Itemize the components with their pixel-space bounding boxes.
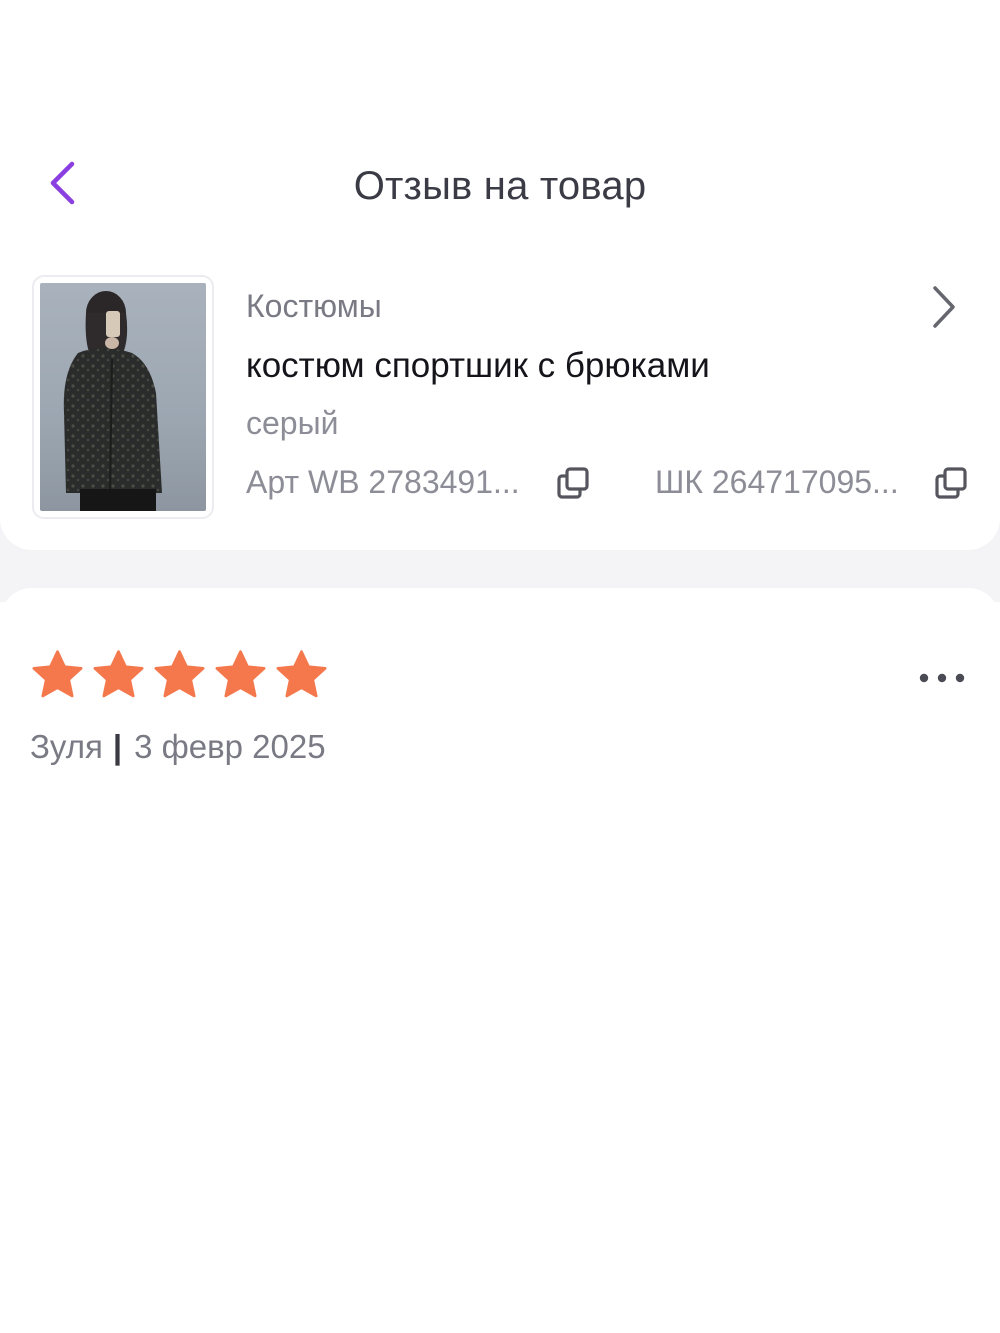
product-name[interactable]: костюм спортшик с брюками [246,344,710,388]
rating-stars [30,648,329,703]
chevron-right-icon [933,286,955,328]
review-card: Зуля | 3 февр 2025 [0,588,1000,1333]
page-title: Отзыв на товар [353,164,647,208]
star-icon [154,650,205,698]
product-photo [40,283,206,511]
review-date: 3 февр 2025 [134,728,326,765]
copy-barcode-button[interactable] [931,463,971,503]
more-horizontal-icon [919,673,965,683]
star-icon [215,650,266,698]
review-meta: Зуля | 3 февр 2025 [30,726,326,768]
product-card[interactable]: Костюмы костюм спортшик с брюками серый … [0,242,1000,550]
barcode-number: ШК 264717095... [655,464,899,500]
copy-icon [935,467,967,499]
copy-icon [557,467,589,499]
more-options-button[interactable] [910,660,974,696]
review-screen: Отзыв на товар Костюмы костюм спортшик с… [0,0,1000,1333]
star-icon [276,650,327,698]
star-icon [32,650,83,698]
product-photo-illustration [63,291,162,511]
star-icon [93,650,144,698]
product-category: Костюмы [246,288,382,324]
product-color: серый [246,405,339,441]
review-author: Зуля [30,728,103,765]
open-product-button[interactable] [918,280,968,334]
article-number: Арт WB 2783491... [246,464,520,500]
header: Отзыв на товар [0,0,1000,242]
copy-article-button[interactable] [553,463,593,503]
product-image[interactable] [32,275,214,519]
meta-separator: | [112,728,123,765]
